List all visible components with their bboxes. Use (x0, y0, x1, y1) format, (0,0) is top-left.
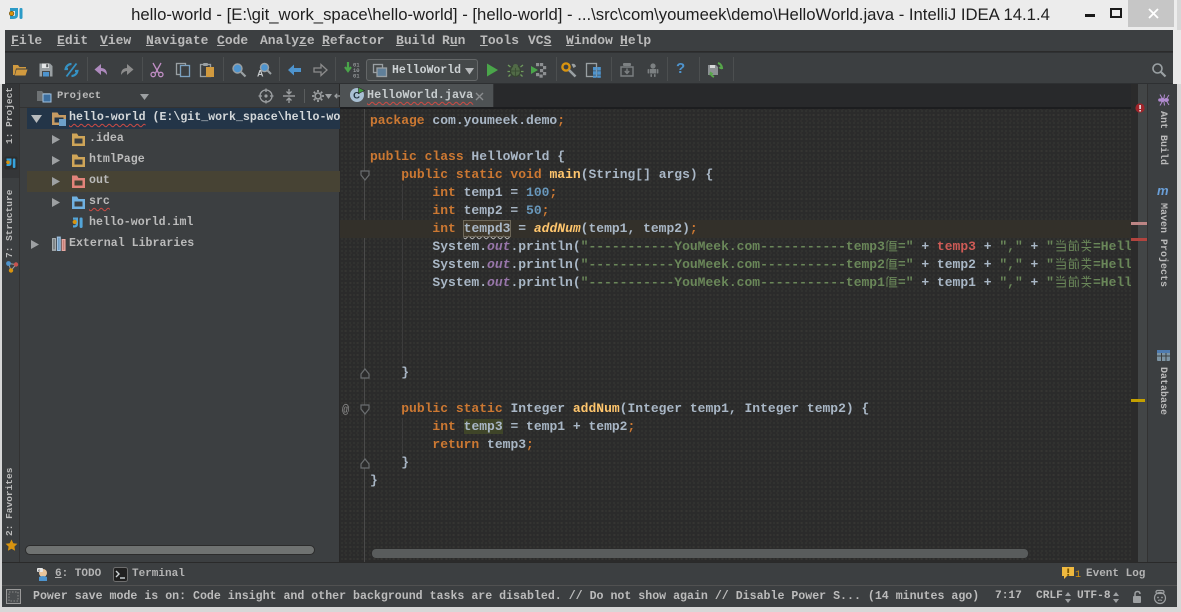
svg-text:01: 01 (353, 73, 360, 80)
svg-text:A: A (257, 69, 264, 79)
